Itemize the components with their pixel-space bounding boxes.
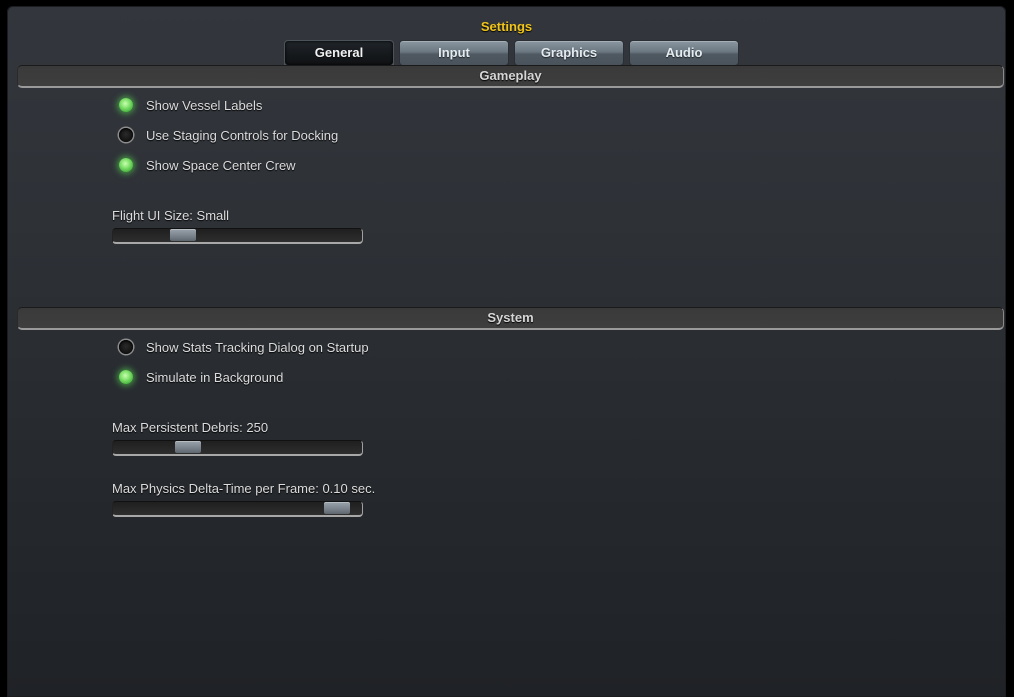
tab-general[interactable]: General bbox=[284, 40, 394, 66]
led-on-icon bbox=[119, 158, 133, 172]
toggle-label: Simulate in Background bbox=[146, 369, 284, 385]
tab-input[interactable]: Input bbox=[399, 40, 509, 66]
section-header-system: System bbox=[17, 307, 1004, 330]
led-on-icon bbox=[119, 98, 133, 112]
led-off-icon bbox=[119, 340, 133, 354]
slider-thumb[interactable] bbox=[175, 441, 201, 453]
toggle-show-vessel-labels[interactable]: Show Vessel Labels bbox=[119, 95, 262, 115]
max-physics-delta-time-label: Max Physics Delta-Time per Frame: 0.10 s… bbox=[112, 481, 376, 496]
section-header-gameplay: Gameplay bbox=[17, 65, 1004, 88]
toggle-simulate-in-background[interactable]: Simulate in Background bbox=[119, 367, 283, 387]
tab-bar: General Input Graphics Audio bbox=[284, 40, 739, 66]
toggle-use-staging-controls-for-docking[interactable]: Use Staging Controls for Docking bbox=[119, 125, 338, 145]
toggle-label: Show Vessel Labels bbox=[146, 97, 263, 113]
max-physics-delta-time-slider[interactable] bbox=[112, 501, 363, 517]
slider-thumb[interactable] bbox=[324, 502, 350, 514]
toggle-label: Show Space Center Crew bbox=[146, 157, 296, 173]
led-on-icon bbox=[119, 370, 133, 384]
flight-ui-size-label: Flight UI Size: Small bbox=[112, 208, 230, 223]
toggle-show-stats-tracking-dialog[interactable]: Show Stats Tracking Dialog on Startup bbox=[119, 337, 369, 357]
max-persistent-debris-slider[interactable] bbox=[112, 440, 363, 456]
window-title: Settings bbox=[480, 19, 533, 34]
toggle-show-space-center-crew[interactable]: Show Space Center Crew bbox=[119, 155, 296, 175]
tab-graphics[interactable]: Graphics bbox=[514, 40, 624, 66]
led-off-icon bbox=[119, 128, 133, 142]
flight-ui-size-slider[interactable] bbox=[112, 228, 363, 244]
toggle-label: Use Staging Controls for Docking bbox=[146, 127, 339, 143]
toggle-label: Show Stats Tracking Dialog on Startup bbox=[146, 339, 369, 355]
settings-window: Settings General Input Graphics Audio Ga… bbox=[7, 6, 1006, 697]
tab-audio[interactable]: Audio bbox=[629, 40, 739, 66]
max-persistent-debris-label: Max Persistent Debris: 250 bbox=[112, 420, 269, 435]
slider-thumb[interactable] bbox=[170, 229, 196, 241]
